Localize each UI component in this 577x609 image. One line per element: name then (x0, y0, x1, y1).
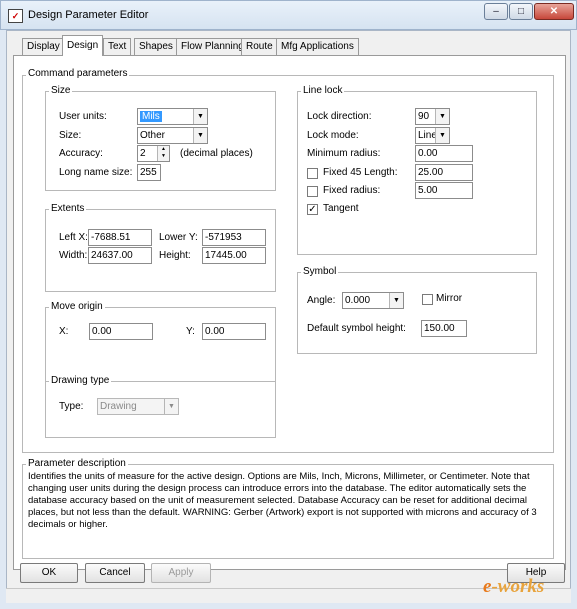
design-tab-page: Command parameters Size User units: Mils… (13, 55, 566, 570)
accuracy-stepper[interactable]: 2 ▲ ▼ (137, 145, 170, 162)
line-lock-label: Line lock (301, 85, 345, 97)
app-icon: ✓ (8, 9, 23, 23)
drawing-type-value: Drawing (100, 401, 137, 412)
type-label: Type: (59, 401, 84, 412)
default-symbol-height-label: Default symbol height: (307, 323, 406, 334)
chevron-down-icon: ▼ (164, 399, 178, 414)
height-label: Height: (159, 250, 191, 261)
chevron-down-icon: ▼ (435, 128, 449, 143)
origin-y-label: Y: (186, 326, 195, 337)
left-x-label: Left X: (59, 232, 88, 243)
description-line: decimals or higher. (28, 519, 108, 530)
drawing-type-select[interactable]: Drawing ▼ (97, 398, 179, 415)
lock-direction-label: Lock direction: (307, 111, 372, 122)
lower-y-label: Lower Y: (159, 232, 198, 243)
lock-mode-label: Lock mode: (307, 130, 359, 141)
long-name-size-label: Long name size: (59, 167, 133, 178)
fixed-45-length-label: Fixed 45 Length: (323, 167, 398, 178)
width-label: Width: (59, 250, 88, 261)
lock-mode-select[interactable]: Line ▼ (415, 127, 450, 144)
tab-design[interactable]: Design (62, 35, 104, 56)
close-button[interactable]: ✕ (534, 3, 574, 20)
lower-y-input[interactable]: -571953 (202, 229, 266, 246)
lock-direction-select[interactable]: 90 ▼ (415, 108, 450, 125)
angle-value: 0.000 (345, 295, 371, 306)
window-title: Design Parameter Editor (28, 9, 149, 21)
chevron-down-icon: ▼ (193, 128, 207, 143)
apply-button[interactable]: Apply (151, 563, 211, 583)
minimum-radius-label: Minimum radius: (307, 148, 381, 159)
angle-select[interactable]: 0.000 ▼ (342, 292, 404, 309)
chevron-down-icon: ▼ (435, 109, 449, 124)
user-units-select[interactable]: Mils ▼ (137, 108, 208, 125)
left-x-input[interactable]: -7688.51 (88, 229, 152, 246)
size-field-label: Size: (59, 130, 82, 141)
tab-route[interactable]: Route (241, 38, 278, 55)
tangent-checkbox[interactable]: ✓ (307, 204, 318, 215)
tab-text[interactable]: Text (103, 38, 132, 55)
cancel-button[interactable]: Cancel (85, 563, 145, 583)
title-bar[interactable]: ✓ Design Parameter Editor – □ ✕ (0, 0, 577, 30)
user-units-label: User units: (59, 111, 107, 122)
ok-button[interactable]: OK (20, 563, 78, 583)
origin-x-label: X: (59, 326, 69, 337)
lock-direction-value: 90 (418, 111, 430, 122)
tab-mfg-applications[interactable]: Mfg Applications (276, 38, 359, 55)
parameter-description-text: Identifies the units of measure for the … (28, 471, 548, 531)
long-name-size-input[interactable]: 255 (137, 164, 161, 181)
mirror-label: Mirror (436, 293, 463, 304)
drawing-type-label: Drawing type (49, 375, 112, 387)
tab-display[interactable]: Display (22, 38, 65, 55)
maximize-button[interactable]: □ (509, 3, 533, 20)
chevron-down-icon: ▼ (193, 109, 207, 124)
tab-flow-planning[interactable]: Flow Planning (176, 38, 249, 55)
fixed-radius-label: Fixed radius: (323, 185, 381, 196)
minimum-radius-input[interactable]: 0.00 (415, 145, 473, 162)
angle-label: Angle: (307, 295, 336, 306)
description-line: changing user units during the design pr… (28, 483, 527, 494)
fixed-45-length-input[interactable]: 25.00 (415, 164, 473, 181)
spin-arrows-icon[interactable]: ▲ ▼ (157, 146, 169, 161)
description-line: Identifies the units of measure for the … (28, 471, 530, 482)
description-line: database accuracy based on the unit of m… (28, 495, 528, 506)
fixed-radius-checkbox[interactable] (307, 186, 318, 197)
tab-shapes[interactable]: Shapes (134, 38, 178, 55)
height-input[interactable]: 17445.00 (202, 247, 266, 264)
parameter-description-label: Parameter description (26, 458, 128, 470)
size-label: Size (49, 85, 73, 97)
symbol-label: Symbol (301, 266, 339, 278)
move-origin-label: Move origin (49, 301, 105, 313)
user-units-value: Mils (140, 111, 162, 122)
accuracy-suffix: (decimal places) (180, 148, 253, 159)
move-origin-group (45, 307, 276, 382)
chevron-down-icon: ▼ (389, 293, 403, 308)
width-input[interactable]: 24637.00 (88, 247, 152, 264)
size-value: Other (140, 130, 166, 141)
symbol-group (297, 272, 537, 354)
eworks-watermark-logo: e-works (483, 576, 545, 597)
description-line: places, but not less than the default. W… (28, 507, 537, 518)
command-parameters-label: Command parameters (26, 68, 130, 80)
accuracy-label: Accuracy: (59, 148, 103, 159)
origin-x-input[interactable]: 0.00 (89, 323, 153, 340)
dialog-client: Display Design Text Shapes Flow Planning… (6, 30, 571, 603)
accuracy-value: 2 (140, 148, 146, 159)
extents-label: Extents (49, 203, 87, 215)
fixed-45-length-checkbox[interactable] (307, 168, 318, 179)
tangent-label: Tangent (323, 203, 359, 214)
mirror-checkbox[interactable] (422, 294, 433, 305)
fixed-radius-input[interactable]: 5.00 (415, 182, 473, 199)
origin-y-input[interactable]: 0.00 (202, 323, 266, 340)
size-select[interactable]: Other ▼ (137, 127, 208, 144)
default-symbol-height-input[interactable]: 150.00 (421, 320, 467, 337)
minimize-button[interactable]: – (484, 3, 508, 20)
